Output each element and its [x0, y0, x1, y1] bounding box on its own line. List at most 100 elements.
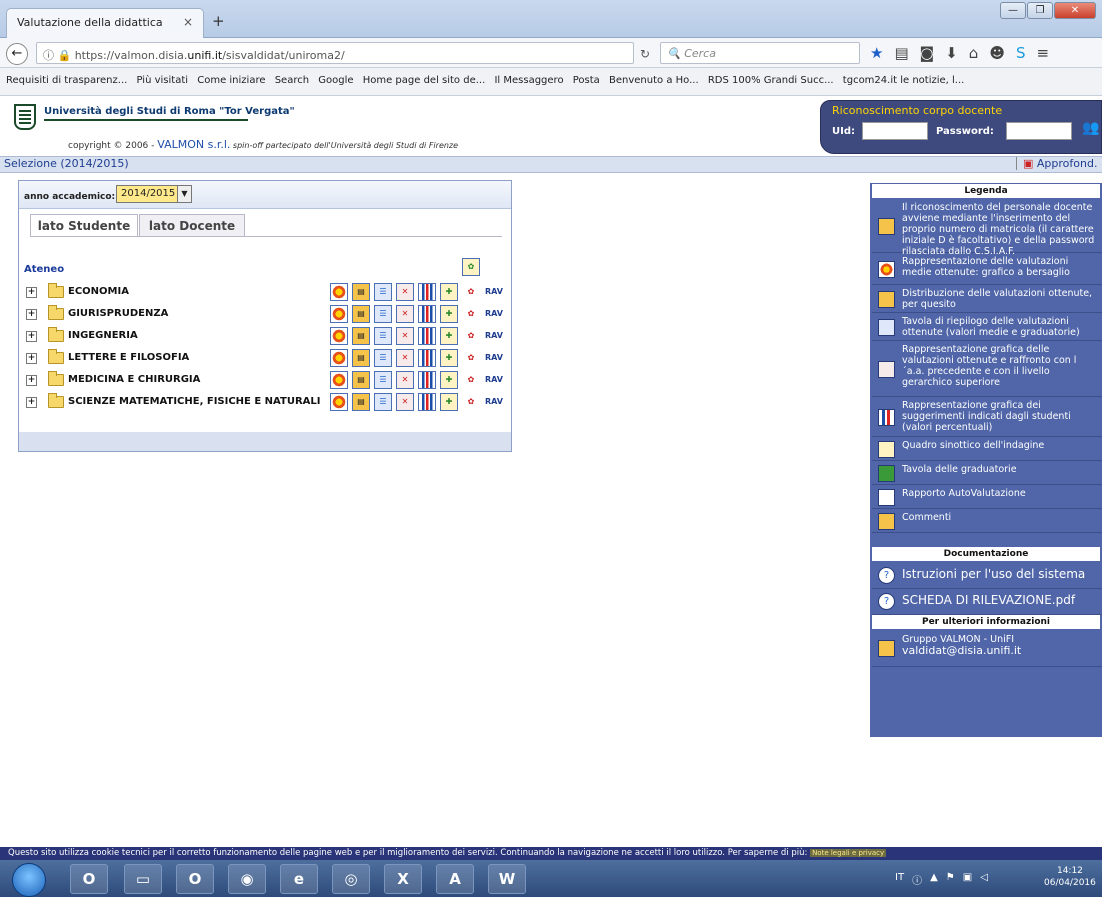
ranking-icon[interactable]: ✿: [462, 393, 480, 411]
rav-icon[interactable]: RAV: [484, 327, 503, 345]
summary-table-icon[interactable]: ☰: [374, 371, 392, 389]
dropdown-arrow-icon[interactable]: ▼: [177, 186, 191, 202]
expand-plus-icon[interactable]: +: [26, 287, 37, 298]
comparison-chart-icon[interactable]: ✕: [396, 283, 414, 301]
maximize-icon[interactable]: ❐: [1027, 2, 1053, 19]
faculty-name[interactable]: LETTERE E FILOSOFIA: [68, 352, 189, 363]
ranking-icon[interactable]: ✿: [462, 327, 480, 345]
tab-lato-studente[interactable]: lato Studente: [30, 214, 138, 237]
firefox-icon[interactable]: ◉: [228, 864, 266, 894]
faculty-row[interactable]: + INGEGNERIA ▤ ☰ ✕ ✚ ✿ RAV: [22, 327, 503, 347]
distribution-icon[interactable]: ▤: [352, 371, 370, 389]
skype-icon[interactable]: S: [1016, 44, 1026, 62]
synoptic-icon[interactable]: ✚: [440, 371, 458, 389]
bookmark-star-icon[interactable]: ★: [870, 44, 883, 62]
bookmarks-list-icon[interactable]: ▤: [894, 44, 908, 62]
ateneo-label[interactable]: Ateneo: [24, 264, 64, 275]
internet-explorer-icon[interactable]: e: [280, 864, 318, 894]
pocket-icon[interactable]: ◙: [920, 44, 935, 62]
expand-plus-icon[interactable]: +: [26, 331, 37, 342]
new-tab-button[interactable]: +: [212, 12, 225, 30]
faculty-row[interactable]: + SCIENZE MATEMATICHE, FISICHE E NATURALI…: [22, 393, 503, 413]
rav-icon[interactable]: RAV: [484, 371, 503, 389]
start-button-icon[interactable]: [12, 863, 46, 897]
documentation-link-text[interactable]: Istruzioni per l'uso del sistema: [902, 567, 1085, 581]
bookmark-6[interactable]: Il Messaggero: [494, 75, 563, 86]
expand-plus-icon[interactable]: +: [26, 397, 37, 408]
excel-icon[interactable]: X: [384, 864, 422, 894]
ranking-icon[interactable]: ✿: [462, 349, 480, 367]
synoptic-icon[interactable]: ✚: [440, 305, 458, 323]
privacy-link[interactable]: Note legali e privacy: [810, 849, 887, 857]
reload-icon[interactable]: ↻: [640, 47, 650, 61]
expand-plus-icon[interactable]: +: [26, 375, 37, 386]
language-indicator[interactable]: IT: [895, 872, 904, 887]
rav-icon[interactable]: RAV: [484, 283, 503, 301]
menu-icon[interactable]: ≡: [1036, 44, 1049, 62]
summary-table-icon[interactable]: ☰: [374, 349, 392, 367]
ranking-icon[interactable]: ✿: [462, 371, 480, 389]
password-input[interactable]: [1006, 122, 1072, 140]
distribution-icon[interactable]: ▤: [352, 349, 370, 367]
minimize-icon[interactable]: —: [1000, 2, 1026, 19]
outlook-icon[interactable]: O: [70, 864, 108, 894]
address-bar[interactable]: ⓘ 🔒 https://valmon.disia.unifi.it/sisval…: [36, 42, 634, 64]
info-icon[interactable]: ⓘ 🔒: [43, 49, 75, 62]
tab-lato-docente[interactable]: lato Docente: [139, 214, 245, 237]
approfond-link[interactable]: ▣ Approfond.: [1016, 157, 1097, 170]
tray-arrow-icon[interactable]: ▲: [930, 872, 938, 887]
summary-table-icon[interactable]: ☰: [374, 327, 392, 345]
distribution-icon[interactable]: ▤: [352, 283, 370, 301]
valmon-link[interactable]: VALMON s.r.l.: [157, 138, 230, 151]
uid-input[interactable]: [862, 122, 928, 140]
chat-icon[interactable]: ☻: [989, 44, 1005, 62]
target-chart-icon[interactable]: [330, 349, 348, 367]
documentation-link-text[interactable]: SCHEDA DI RILEVAZIONE.pdf: [902, 593, 1075, 607]
faculty-name[interactable]: INGEGNERIA: [68, 330, 138, 341]
clock[interactable]: 14:12 06/04/2016: [1044, 865, 1096, 889]
bookmark-7[interactable]: Posta: [573, 75, 600, 86]
network-icon[interactable]: ▣: [963, 872, 972, 887]
documentation-link[interactable]: ? Istruzioni per l'uso del sistema: [872, 563, 1102, 589]
summary-table-icon[interactable]: ☰: [374, 283, 392, 301]
bookmark-9[interactable]: RDS 100% Grandi Succ...: [708, 75, 834, 86]
volume-icon[interactable]: ◁: [980, 872, 988, 887]
rav-icon[interactable]: RAV: [484, 393, 503, 411]
suggestions-chart-icon[interactable]: [418, 283, 436, 301]
suggestions-chart-icon[interactable]: [418, 327, 436, 345]
expand-plus-icon[interactable]: +: [26, 309, 37, 320]
browser-tab[interactable]: Valutazione della didattica ×: [6, 8, 204, 38]
distribution-icon[interactable]: ▤: [352, 327, 370, 345]
ranking-icon[interactable]: ✿: [462, 305, 480, 323]
year-select[interactable]: 2014/2015 ▼: [116, 185, 192, 203]
faculty-row[interactable]: + ECONOMIA ▤ ☰ ✕ ✚ ✿ RAV: [22, 283, 503, 303]
documentation-link[interactable]: ? SCHEDA DI RILEVAZIONE.pdf: [872, 589, 1102, 615]
bookmark-3[interactable]: Search: [275, 75, 309, 86]
comparison-chart-icon[interactable]: ✕: [396, 327, 414, 345]
faculty-name[interactable]: GIURISPRUDENZA: [68, 308, 168, 319]
ranking-icon[interactable]: ✿: [462, 283, 480, 301]
tab-close-icon[interactable]: ×: [183, 15, 193, 29]
suggestions-chart-icon[interactable]: [418, 349, 436, 367]
home-icon[interactable]: ⌂: [969, 44, 979, 62]
close-window-icon[interactable]: ✕: [1054, 2, 1096, 19]
comparison-chart-icon[interactable]: ✕: [396, 305, 414, 323]
bookmark-0[interactable]: Requisiti di trasparenz...: [6, 75, 127, 86]
rav-icon[interactable]: RAV: [484, 349, 503, 367]
bookmark-1[interactable]: Più visitati: [137, 75, 189, 86]
distribution-icon[interactable]: ▤: [352, 393, 370, 411]
login-users-icon[interactable]: 👥: [1082, 120, 1099, 136]
target-chart-icon[interactable]: [330, 305, 348, 323]
summary-table-icon[interactable]: ☰: [374, 393, 392, 411]
faculty-name[interactable]: SCIENZE MATEMATICHE, FISICHE E NATURALI: [68, 396, 320, 407]
browser-search-input[interactable]: 🔍 Cerca: [660, 42, 860, 64]
contact-info[interactable]: Gruppo VALMON - UniFI valdidat@disia.unif…: [872, 631, 1102, 667]
expand-plus-icon[interactable]: +: [26, 353, 37, 364]
faculty-name[interactable]: MEDICINA E CHIRURGIA: [68, 374, 200, 385]
bookmark-4[interactable]: Google: [318, 75, 353, 86]
rav-icon[interactable]: RAV: [484, 305, 503, 323]
download-icon[interactable]: ⬇: [945, 44, 958, 62]
target-chart-icon[interactable]: [330, 283, 348, 301]
comparison-chart-icon[interactable]: ✕: [396, 349, 414, 367]
synoptic-icon[interactable]: ✚: [440, 327, 458, 345]
